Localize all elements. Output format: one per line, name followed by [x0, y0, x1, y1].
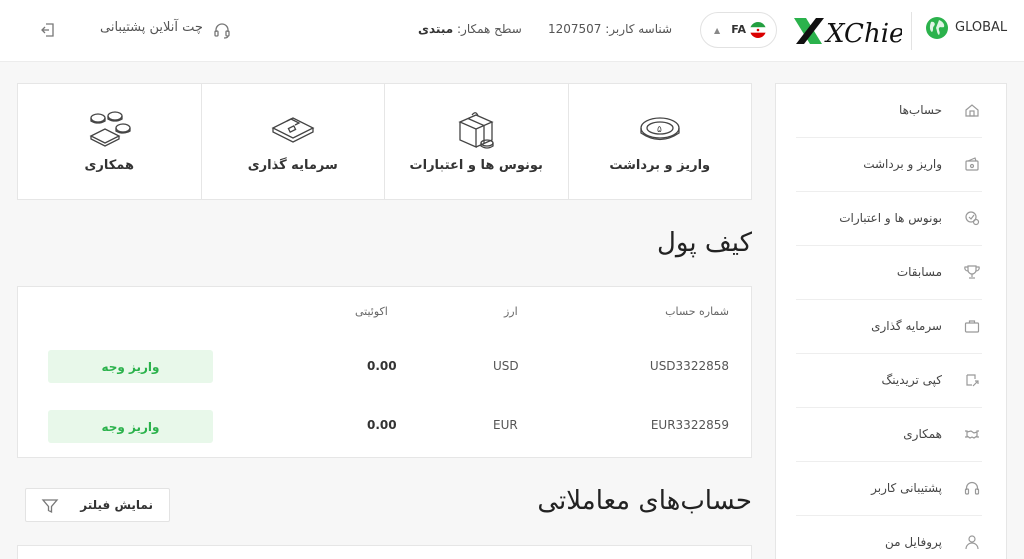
logo-wordmark: XChief	[824, 19, 902, 49]
partner-level-label: سطح همکار:	[456, 22, 522, 36]
sidebar-item-label: پروفایل من	[885, 535, 942, 549]
card-label: همکاری	[84, 158, 135, 173]
equity-cell: 0.00	[367, 418, 397, 432]
sidebar-item-partnership[interactable]: همکاری	[796, 408, 982, 462]
sidebar-item-label: کپی تریدینگ	[881, 373, 942, 387]
sidebar-item-contests[interactable]: مسابقات	[796, 246, 982, 300]
card-label: واریز و برداشت	[609, 158, 711, 173]
briefcase-icon	[271, 117, 315, 143]
user-icon	[965, 535, 979, 550]
support-chat-link[interactable]: چت آنلاین پشتیبانی	[100, 20, 203, 35]
sidebar-item-investment[interactable]: سرمایه گذاری	[796, 300, 982, 354]
logout-icon[interactable]	[39, 21, 57, 39]
show-filter-button[interactable]: نمایش فیلتر	[25, 488, 170, 522]
wallet-table: شماره حساب ارز اکوئیتی USD3322858 USD 0.…	[17, 286, 752, 458]
filter-icon	[41, 499, 59, 514]
sidebar-item-label: بونوس ها و اعتبارات	[839, 211, 942, 225]
sidebar-item-label: مسابقات	[896, 265, 942, 279]
coin-icon: ۵	[640, 117, 680, 141]
language-code: FA	[731, 23, 746, 36]
quick-action-cards: همکاری سرمایه گذاری بونوس ها و اعتبارات …	[17, 83, 752, 200]
bonus-icon	[965, 211, 980, 226]
sidebar-item-label: پشتیبانی کاربر	[871, 481, 942, 495]
card-partnership[interactable]: همکاری	[18, 84, 201, 199]
account-number-cell: USD3322858	[649, 359, 729, 373]
copy-trading-icon	[966, 374, 979, 387]
xchief-logo[interactable]: XChief	[790, 10, 902, 52]
partner-level-value: مبتدی	[418, 22, 454, 36]
sidebar-item-user-support[interactable]: پشتیبانی کاربر	[796, 462, 982, 516]
trophy-icon	[964, 265, 980, 279]
region-label[interactable]: GLOBAL	[955, 20, 1007, 35]
sidebar-item-bonuses[interactable]: بونوس ها و اعتبارات	[796, 192, 982, 246]
card-deposit-withdraw[interactable]: ۵ واریز و برداشت	[567, 84, 752, 199]
column-header-currency: ارز	[504, 305, 518, 318]
headset-icon	[964, 481, 980, 495]
home-icon	[965, 104, 979, 117]
deposit-button[interactable]: واریز وجه	[48, 410, 213, 443]
equity-cell: 0.00	[367, 359, 397, 373]
sidebar-item-label: سرمایه گذاری	[871, 319, 942, 333]
top-header: GLOBAL XChief FA ▲ شناسه کاربر: 1207507 …	[0, 0, 1024, 62]
trading-accounts-title: حساب‌های معاملاتی	[537, 486, 752, 516]
currency-cell: EUR	[493, 418, 518, 432]
header-divider	[911, 12, 912, 50]
currency-cell: USD	[493, 359, 519, 373]
sidebar-item-copy-trading[interactable]: کپی تریدینگ	[796, 354, 982, 408]
handshake-icon	[965, 430, 979, 439]
sidebar-item-accounts[interactable]: حساب‌ها	[796, 84, 982, 138]
column-header-equity: اکوئیتی	[355, 305, 388, 318]
filter-label: نمایش فیلتر	[80, 498, 153, 512]
trading-accounts-panel	[17, 545, 752, 559]
caret-up-icon: ▲	[714, 26, 721, 35]
gift-box-icon	[458, 112, 494, 149]
headset-icon[interactable]	[213, 21, 231, 39]
sidebar-item-my-profile[interactable]: پروفایل من	[796, 516, 982, 559]
user-id: شناسه کاربر: 1207507	[548, 22, 673, 36]
card-bonuses[interactable]: بونوس ها و اعتبارات	[384, 84, 568, 199]
sidebar-item-deposit-withdraw[interactable]: واریز و برداشت	[796, 138, 982, 192]
wallet-title: کیف پول	[657, 228, 752, 258]
account-number-cell: EUR3322859	[650, 418, 729, 432]
sidebar: حساب‌ها واریز و برداشت بونوس ها و اعتبار…	[775, 83, 1007, 559]
globe-icon[interactable]	[925, 16, 949, 40]
partners-icon	[89, 111, 131, 147]
deposit-button[interactable]: واریز وجه	[48, 350, 213, 383]
partner-level: سطح همکار: مبتدی	[418, 22, 522, 36]
card-investment[interactable]: سرمایه گذاری	[200, 84, 385, 199]
card-label: سرمایه گذاری	[247, 158, 338, 173]
sidebar-item-label: حساب‌ها	[898, 103, 942, 117]
sidebar-item-label: واریز و برداشت	[863, 157, 942, 171]
briefcase-icon	[964, 320, 980, 333]
language-selector[interactable]: FA ▲	[700, 12, 777, 48]
column-header-account-number: شماره حساب	[665, 305, 729, 318]
card-label: بونوس ها و اعتبارات	[409, 158, 543, 173]
wallet-icon	[965, 157, 979, 171]
sidebar-item-label: همکاری	[903, 427, 942, 441]
iran-flag-icon	[750, 22, 766, 38]
svg-text:۵: ۵	[657, 125, 662, 135]
